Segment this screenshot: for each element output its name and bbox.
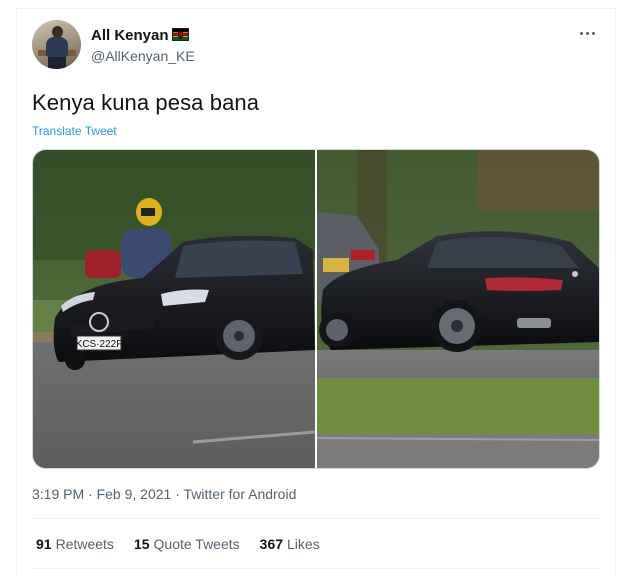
divider [32,568,600,569]
tweet-text: Kenya kuna pesa bana [32,90,260,115]
kenya-flag-icon [172,28,189,41]
tweet-date[interactable]: Feb 9, 2021 [97,486,172,502]
retweets-count: 91 [36,536,52,552]
retweets-stat[interactable]: 91 Retweets [36,536,114,552]
user-handle[interactable]: @AllKenyan_KE [91,48,195,64]
car-photo-front[interactable]: KCS·222F [33,150,315,468]
engagement-stats: 91 Retweets 15 Quote Tweets 367 Likes [36,536,320,552]
quote-tweets-count: 15 [133,536,150,552]
quote-tweets-stat[interactable]: 15 Quote Tweets [134,536,240,552]
tweet-media[interactable]: KCS·222F [32,149,600,469]
translate-tweet-link[interactable]: Translate Tweet [32,124,117,138]
quote-tweets-label: Quote Tweets [153,536,240,552]
avatar[interactable] [32,20,81,69]
more-options-icon[interactable] [580,30,598,36]
tweet-timestamp: 3:19 PM · Feb 9, 2021 · Twitter for Andr… [32,486,296,502]
car-photo-rear[interactable] [317,150,599,468]
display-name[interactable]: All Kenyan [91,27,169,44]
timestamp-separator: · [175,486,180,502]
license-plate: KCS·222F [76,339,123,350]
divider [32,518,600,519]
likes-stat[interactable]: 367 Likes [260,536,320,552]
likes-count: 367 [259,536,284,552]
retweets-label: Retweets [55,536,114,552]
tweet-source[interactable]: Twitter for Android [184,486,297,502]
tweet-time[interactable]: 3:19 PM [32,486,84,502]
likes-label: Likes [287,536,320,552]
timestamp-separator: · [88,486,93,502]
